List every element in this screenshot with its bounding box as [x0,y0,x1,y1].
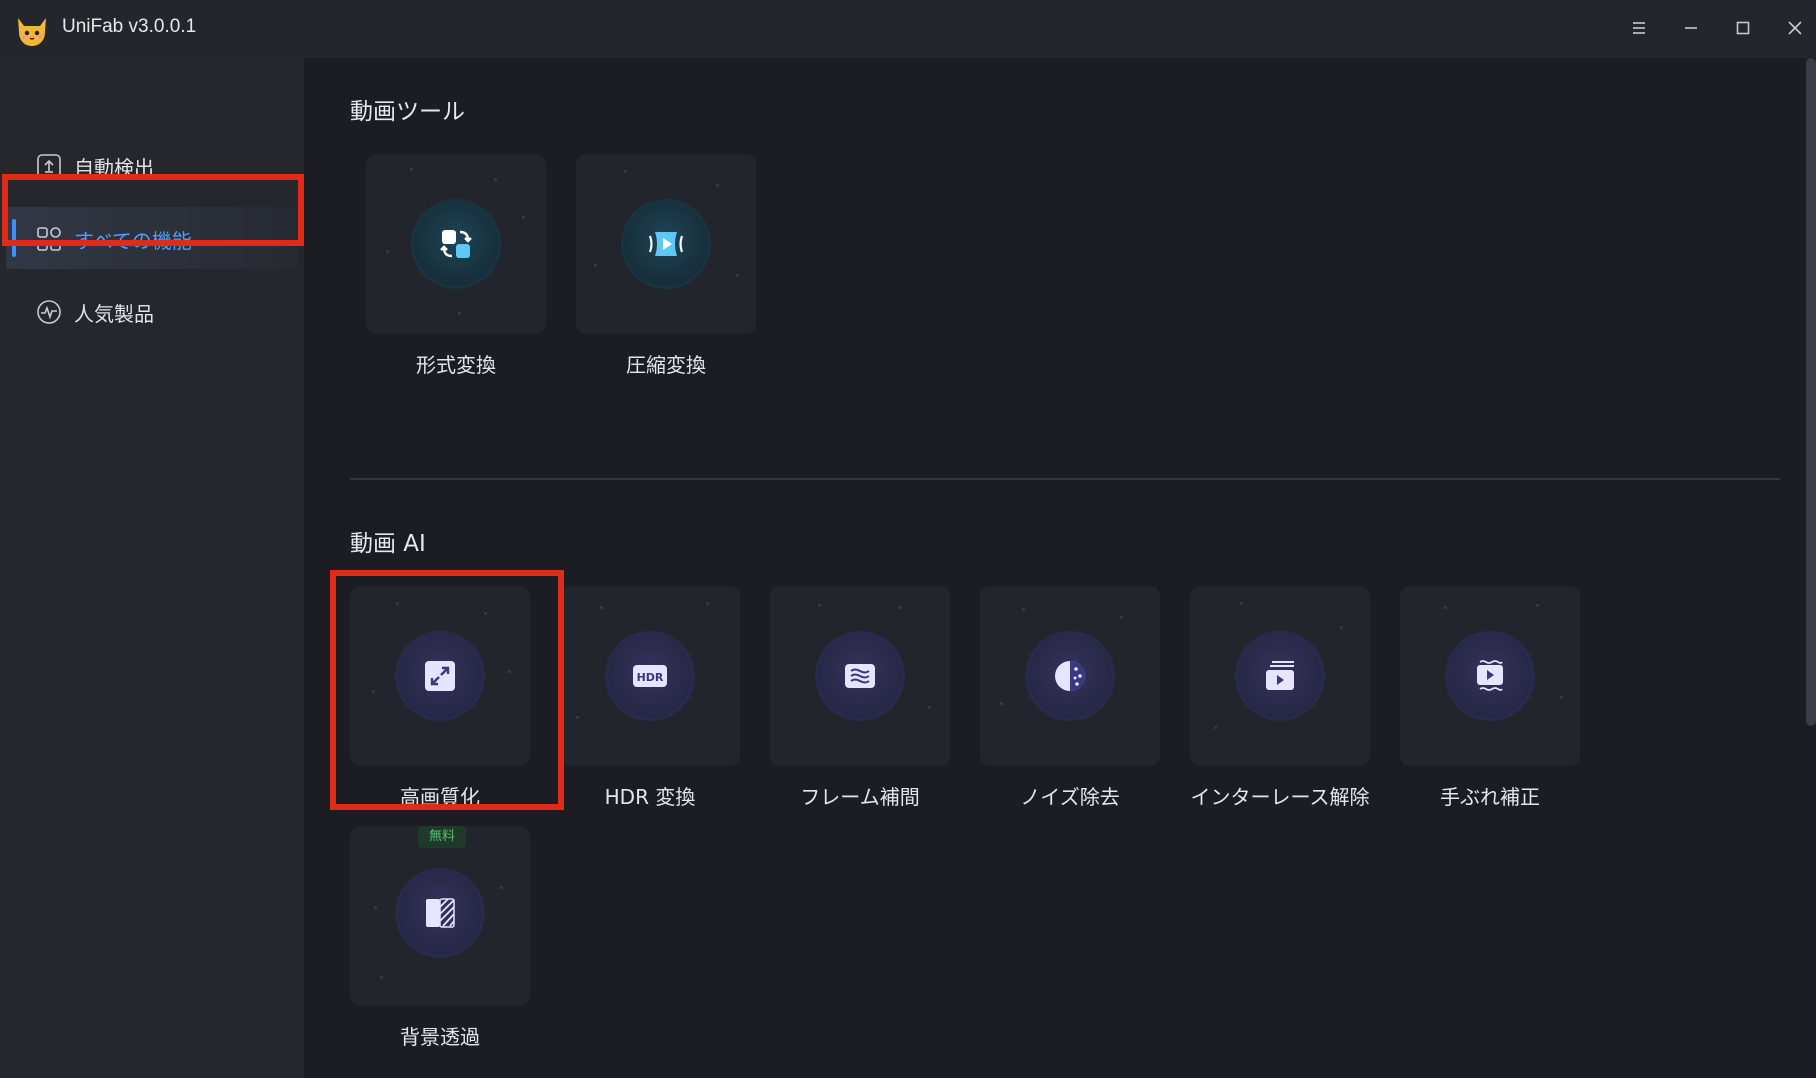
upload-box-icon [36,153,62,179]
tile-card: 無料 [350,826,530,1006]
close-icon[interactable] [1775,10,1815,46]
maximize-icon[interactable] [1723,10,1763,46]
tile-label: 高画質化 [400,785,480,809]
title-bar: UniFab v3.0.0.1 [0,0,1816,58]
tile-label: インターレース解除 [1190,785,1370,809]
free-badge: 無料 [418,826,466,848]
sidebar-item-label: 人気製品 [74,302,154,326]
tile-label: フレーム補間 [800,785,920,809]
denoise-icon [1050,656,1090,696]
tile-card [576,154,756,334]
tile-icon-circle [1235,631,1325,721]
tile-label: HDR 変換 [604,785,696,809]
tile-icon-circle [395,868,485,958]
tile-card [366,154,546,334]
tile-icon-circle [1025,631,1115,721]
stabilize-icon [1470,656,1510,696]
tile-card: HDR [560,586,740,766]
sidebar-item-popular[interactable]: 人気製品 [6,280,298,342]
app-window: UniFab v3.0.0.1 自動検出 すべての機能 人気製品 動画ツール 形… [0,0,1816,1078]
section-divider [350,478,1780,480]
tile-icon-circle [621,199,711,289]
tile-card [770,586,950,766]
tile-label: ノイズ除去 [1020,785,1120,809]
compress-icon [646,224,686,264]
scrollbar[interactable] [1806,58,1816,726]
upscale-icon [420,656,460,696]
tile-card [980,586,1160,766]
tile-card [1400,586,1580,766]
tile-label: 形式変換 [416,353,496,377]
minimize-icon[interactable] [1671,10,1711,46]
tile-icon-circle [1445,631,1535,721]
pulse-circle-icon [36,299,62,325]
sidebar-item-label: すべての機能 [74,229,192,253]
background-remove-icon [420,893,460,933]
section-title-video-tools: 動画ツール [350,99,465,125]
tile-label: 圧縮変換 [626,353,706,377]
format-convert-icon [436,224,476,264]
cat-logo-icon [12,10,52,50]
tile-icon-circle: HDR [605,631,695,721]
tile-card [1190,586,1370,766]
sidebar-item-all-features[interactable]: すべての機能 [6,207,298,269]
hamburger-icon[interactable] [1619,10,1659,46]
tile-label: 手ぶれ補正 [1440,785,1540,809]
tile-icon-circle [815,631,905,721]
sidebar-item-label: 自動検出 [74,156,154,180]
tile-icon-circle [395,631,485,721]
hdr-icon: HDR [630,656,670,696]
frame-interpolation-icon [840,656,880,696]
tile-card [350,586,530,766]
tile-label: 背景透過 [400,1025,480,1049]
svg-text:HDR: HDR [637,671,664,684]
tile-icon-circle [411,199,501,289]
section-title-video-ai: 動画 AI [350,531,426,557]
deinterlace-icon [1260,656,1300,696]
app-title: UniFab v3.0.0.1 [62,16,197,37]
sidebar-item-auto-detect[interactable]: 自動検出 [6,134,298,196]
sidebar: 自動検出 すべての機能 人気製品 [0,58,304,1078]
main-content: 動画ツール 形式変換 圧縮変換 動画 AI 高画質化 HDR HDR 変換 フレ… [304,58,1816,1078]
grid-icon [36,226,62,252]
